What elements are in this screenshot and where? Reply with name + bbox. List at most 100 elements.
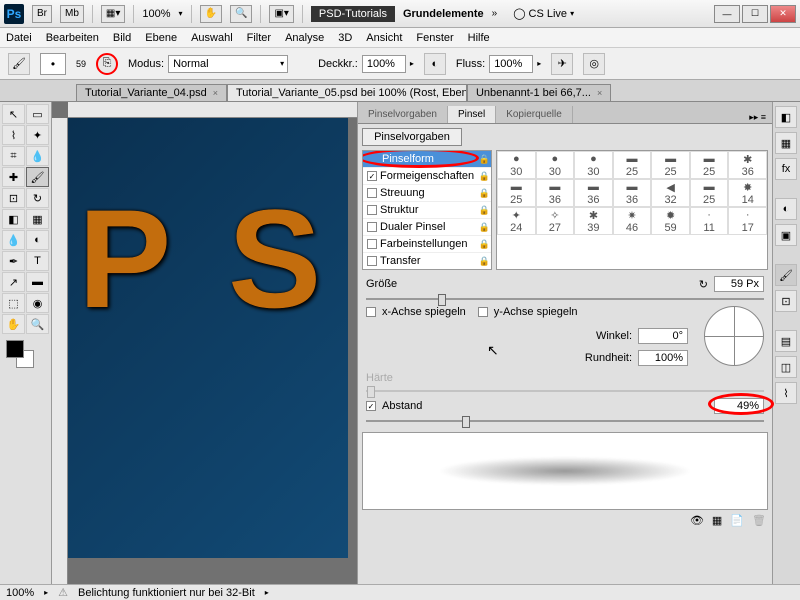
brush-tip[interactable]: ●30 — [497, 151, 536, 179]
3d-camera-tool[interactable]: ◉ — [26, 293, 49, 313]
eraser-tool[interactable]: ◧ — [2, 209, 25, 229]
stamp-tool[interactable]: ⊡ — [2, 188, 25, 208]
airbrush-icon[interactable]: ✈ — [551, 53, 573, 75]
lock-icon[interactable]: 🔒 — [479, 239, 490, 250]
tool-preset-icon[interactable]: 🖌 — [8, 53, 30, 75]
minibridge-button[interactable]: Mb — [60, 5, 84, 23]
section-farbeinstellungen[interactable]: Farbeinstellungen🔒 — [363, 236, 491, 253]
lock-icon[interactable]: 🔒 — [479, 154, 490, 165]
brush-tip[interactable]: ●30 — [536, 151, 575, 179]
roundness-input[interactable]: 100% — [638, 350, 688, 366]
type-tool[interactable]: T — [26, 251, 49, 271]
yflip-checkbox[interactable] — [478, 307, 488, 317]
xflip-checkbox[interactable] — [366, 307, 376, 317]
view-extras-button[interactable]: ▦▾ — [101, 5, 125, 23]
brush-tip[interactable]: ·17 — [728, 207, 767, 235]
dock-color-icon[interactable]: ◧ — [775, 106, 797, 128]
brush-tip[interactable]: ·11 — [690, 207, 729, 235]
panel-menu-icon[interactable]: ▸▸ ≡ — [743, 112, 772, 123]
save-icon[interactable]: 📄 — [730, 514, 744, 527]
marquee-tool[interactable]: ▭ — [26, 104, 49, 124]
close-icon[interactable]: × — [597, 88, 602, 98]
lock-icon[interactable]: 🔒 — [479, 188, 490, 199]
brush-tip[interactable]: ✹59 — [651, 207, 690, 235]
wand-tool[interactable]: ✦ — [26, 125, 49, 145]
blur-tool[interactable]: 💧 — [2, 230, 25, 250]
dock-channels-icon[interactable]: ◫ — [775, 356, 797, 378]
angle-control[interactable] — [704, 306, 764, 366]
brush-tip[interactable]: ✱39 — [574, 207, 613, 235]
lasso-tool[interactable]: ⌇ — [2, 125, 25, 145]
section-checkbox[interactable] — [367, 256, 377, 266]
menu-bearbeiten[interactable]: Bearbeiten — [46, 32, 99, 44]
brush-tip[interactable]: ✧27 — [536, 207, 575, 235]
zoom-button[interactable]: 🔍 — [230, 5, 252, 23]
menu-datei[interactable]: Datei — [6, 32, 32, 44]
menu-ansicht[interactable]: Ansicht — [366, 32, 402, 44]
section-pinselform[interactable]: Pinselform🔒 — [363, 151, 491, 168]
menu-bild[interactable]: Bild — [113, 32, 131, 44]
path-tool[interactable]: ↗ — [2, 272, 25, 292]
zoom-level[interactable]: 100% — [142, 8, 170, 20]
abstand-checkbox[interactable]: ✓ — [366, 401, 376, 411]
history-brush-tool[interactable]: ↻ — [26, 188, 49, 208]
brush-tip[interactable]: ▬36 — [536, 179, 575, 207]
section-dualer-pinsel[interactable]: Dualer Pinsel🔒 — [363, 219, 491, 236]
brush-tip[interactable]: ✸14 — [728, 179, 767, 207]
section-checkbox[interactable] — [367, 205, 377, 215]
tab-pinsel[interactable]: Pinsel — [448, 106, 496, 123]
fg-color[interactable] — [6, 340, 24, 358]
size-slider[interactable] — [366, 298, 764, 300]
tab-pinselvorgaben[interactable]: Pinselvorgaben — [358, 106, 448, 123]
lock-icon[interactable]: 🔒 — [479, 222, 490, 233]
section-checkbox[interactable] — [367, 222, 377, 232]
abstand-input[interactable]: 49% — [714, 398, 764, 414]
section-checkbox[interactable] — [367, 239, 377, 249]
dock-layers-icon[interactable]: ▤ — [775, 330, 797, 352]
section-struktur[interactable]: Struktur🔒 — [363, 202, 491, 219]
new-preset-icon[interactable]: ▦ — [712, 514, 722, 527]
brush-tip[interactable]: ✷46 — [613, 207, 652, 235]
doc-tab-2[interactable]: Tutorial_Variante_05.psd bei 100% (Rost,… — [227, 84, 467, 101]
move-tool[interactable]: ↖ — [2, 104, 25, 124]
brush-tip[interactable]: ▬25 — [690, 179, 729, 207]
modus-dropdown[interactable]: Normal — [168, 55, 288, 73]
menu-auswahl[interactable]: Auswahl — [191, 32, 233, 44]
close-icon[interactable]: × — [213, 88, 218, 98]
status-zoom[interactable]: 100% — [6, 587, 34, 599]
preview-toggle-icon[interactable]: 👁 — [690, 514, 704, 527]
canvas[interactable]: P S — [68, 118, 348, 558]
section-formeigenschaften[interactable]: ✓Formeigenschaften🔒 — [363, 168, 491, 185]
trash-icon[interactable]: 🗑 — [752, 514, 766, 527]
brush-tip[interactable]: ▬25 — [613, 151, 652, 179]
ruler-vertical[interactable] — [52, 118, 68, 584]
title-secondary[interactable]: Grundelemente — [403, 8, 484, 20]
pen-tool[interactable]: ✒ — [2, 251, 25, 271]
section-transfer[interactable]: Transfer🔒 — [363, 253, 491, 270]
brush-tip-grid[interactable]: ●30●30●30▬25▬25▬25✱36▬25▬36▬36▬36◀32▬25✸… — [496, 150, 768, 270]
lock-icon[interactable]: 🔒 — [479, 171, 490, 182]
dock-clone-icon[interactable]: ⊡ — [775, 290, 797, 312]
dock-paths-icon[interactable]: ⌇ — [775, 382, 797, 404]
menu-filter[interactable]: Filter — [247, 32, 271, 44]
dock-adjustments-icon[interactable]: ◐ — [775, 198, 797, 220]
section-checkbox[interactable] — [367, 188, 377, 198]
reset-icon[interactable]: ↻ — [699, 278, 708, 291]
presets-button[interactable]: Pinselvorgaben — [362, 128, 462, 146]
cslive-label[interactable]: CS Live — [529, 8, 568, 20]
workspace-label[interactable]: PSD-Tutorials — [311, 6, 395, 22]
opacity-input[interactable]: 100% — [362, 55, 406, 73]
menu-3d[interactable]: 3D — [338, 32, 352, 44]
angle-input[interactable]: 0° — [638, 328, 688, 344]
color-swatches[interactable] — [2, 340, 49, 370]
maximize-button[interactable]: ☐ — [742, 5, 768, 23]
dock-masks-icon[interactable]: ▣ — [775, 224, 797, 246]
brush-tip[interactable]: ▬25 — [651, 151, 690, 179]
brush-tip[interactable]: ▬25 — [497, 179, 536, 207]
brush-panel-toggle[interactable]: ⎘ — [96, 53, 118, 75]
screen-mode-button[interactable]: ▣▾ — [269, 5, 293, 23]
section-streuung[interactable]: Streuung🔒 — [363, 185, 491, 202]
size-input[interactable]: 59 Px — [714, 276, 764, 292]
menu-ebene[interactable]: Ebene — [145, 32, 177, 44]
dock-styles-icon[interactable]: fx — [775, 158, 797, 180]
